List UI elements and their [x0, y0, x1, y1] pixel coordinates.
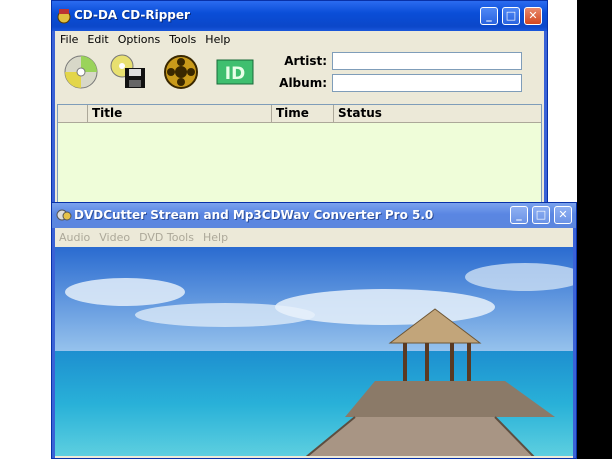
dvdcutter-client: Audio Video DVD Tools Help [55, 228, 573, 458]
menu-tools[interactable]: Tools [169, 33, 196, 48]
dvdcutter-window: DVDCutter Stream and Mp3CDWav Converter … [51, 202, 577, 459]
cd-save-icon[interactable] [109, 54, 149, 90]
close-button[interactable]: ✕ [554, 206, 572, 224]
app-icon [57, 9, 71, 24]
cd-ripper-client: File Edit Options Tools Help ID Artist: … [55, 31, 544, 205]
maximize-button[interactable]: □ [502, 7, 520, 25]
beach-pier-image [55, 247, 573, 456]
menu-help[interactable]: Help [205, 33, 230, 48]
track-list[interactable]: Title Time Status [57, 104, 542, 205]
menu-video[interactable]: Video [99, 231, 130, 245]
video-preview [55, 247, 573, 456]
column-time[interactable]: Time [272, 105, 334, 122]
window-title: DVDCutter Stream and Mp3CDWav Converter … [74, 208, 434, 222]
menu-file[interactable]: File [60, 33, 78, 48]
maximize-button[interactable]: □ [532, 206, 550, 224]
column-check[interactable] [58, 105, 88, 122]
svg-text:ID: ID [225, 64, 245, 84]
minimize-button[interactable]: _ [480, 7, 498, 25]
app-icon [56, 209, 72, 221]
menu-options[interactable]: Options [118, 33, 160, 48]
id3-tag-icon[interactable]: ID [215, 54, 255, 90]
menu-bar: Audio Video DVD Tools Help [55, 228, 573, 245]
column-status[interactable]: Status [334, 105, 544, 122]
close-button[interactable]: ✕ [524, 7, 542, 25]
track-list-header: Title Time Status [58, 105, 541, 123]
album-field[interactable] [332, 74, 522, 92]
column-title[interactable]: Title [88, 105, 272, 122]
menu-edit[interactable]: Edit [87, 33, 108, 48]
menu-help[interactable]: Help [203, 231, 228, 245]
minimize-button[interactable]: _ [510, 206, 528, 224]
film-reel-icon[interactable] [161, 54, 201, 90]
title-bar[interactable]: DVDCutter Stream and Mp3CDWav Converter … [52, 203, 576, 228]
title-bar[interactable]: CD-DA CD-Ripper _ □ ✕ [52, 1, 547, 31]
menu-audio[interactable]: Audio [59, 231, 90, 245]
artist-label: Artist: [284, 54, 327, 68]
artist-field[interactable] [332, 52, 522, 70]
screen-edge [577, 0, 612, 459]
toolbar: ID Artist: Album: [55, 48, 544, 98]
window-title: CD-DA CD-Ripper [74, 8, 190, 22]
cd-ripper-window: CD-DA CD-Ripper _ □ ✕ File Edit Options … [51, 0, 548, 206]
cd-read-icon[interactable] [61, 54, 101, 90]
menu-dvd-tools[interactable]: DVD Tools [139, 231, 194, 245]
album-label: Album: [279, 76, 327, 90]
menu-bar: File Edit Options Tools Help [55, 31, 544, 48]
